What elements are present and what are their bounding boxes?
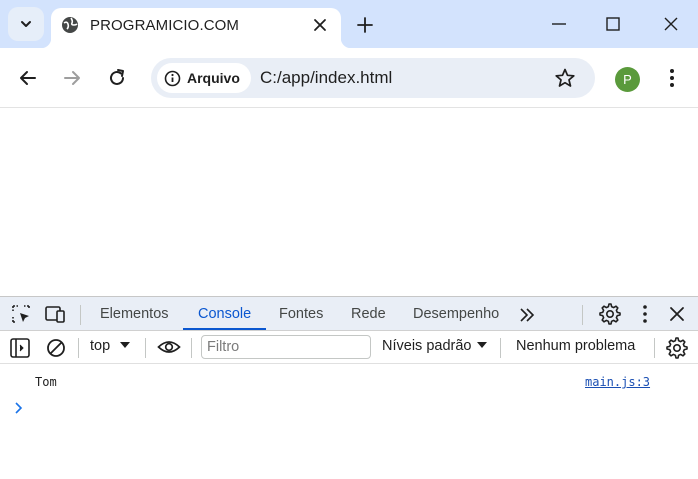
reload-icon[interactable] [106, 67, 128, 89]
separator [500, 338, 501, 358]
tab-title: PROGRAMICIO.COM [90, 17, 240, 34]
console-toolbar: top Níveis padrão Nenhum problema [0, 331, 698, 364]
issues-counter[interactable]: Nenhum problema [516, 338, 635, 354]
back-arrow-icon[interactable] [17, 67, 39, 89]
url-text[interactable]: C:/app/index.html [260, 68, 392, 88]
devtools-panel: Elementos Console Fontes Rede Desempenho… [0, 296, 698, 479]
separator [145, 338, 146, 358]
inspect-icon[interactable] [10, 303, 32, 325]
separator [654, 338, 655, 358]
clear-console-icon[interactable] [45, 337, 67, 359]
sidebar-icon[interactable] [9, 337, 31, 359]
filter-input[interactable] [201, 335, 371, 359]
dropdown-arrow-icon[interactable] [475, 338, 489, 352]
profile-avatar[interactable]: P [615, 67, 640, 92]
device-toolbar-icon[interactable] [44, 303, 66, 325]
globe-icon [62, 17, 78, 33]
chevron-right-icon [15, 402, 23, 414]
active-tab-indicator [183, 328, 266, 330]
separator [191, 338, 192, 358]
close-tab-icon[interactable] [311, 16, 329, 34]
browser-tab[interactable]: PROGRAMICIO.COM [41, 8, 351, 48]
separator [582, 305, 583, 325]
page-viewport [0, 108, 698, 296]
tab-rede[interactable]: Rede [351, 306, 386, 322]
console-message-text: Tom [35, 375, 57, 389]
console-source-link[interactable]: main.js:3 [585, 375, 650, 389]
tab-elementos[interactable]: Elementos [100, 306, 169, 322]
console-message-row: Tom main.js:3 [0, 364, 698, 394]
tab-console[interactable]: Console [198, 306, 251, 322]
gear-icon[interactable] [599, 303, 621, 325]
separator [80, 305, 81, 325]
console-settings-gear-icon[interactable] [666, 337, 688, 359]
star-icon[interactable] [554, 67, 576, 89]
dropdown-arrow-icon[interactable] [118, 338, 132, 352]
eye-icon[interactable] [157, 336, 181, 358]
browser-toolbar: Arquivo C:/app/index.html P [0, 48, 698, 108]
log-levels-dropdown[interactable]: Níveis padrão [382, 338, 471, 354]
more-vert-icon[interactable] [634, 303, 656, 325]
plus-icon[interactable] [354, 14, 376, 36]
chevron-double-right-icon[interactable] [516, 304, 538, 326]
tab-search-button[interactable] [8, 7, 44, 41]
minimize-icon[interactable] [549, 14, 569, 34]
address-bar[interactable]: Arquivo C:/app/index.html [151, 58, 595, 98]
profile-initial: P [623, 72, 632, 87]
maximize-icon[interactable] [603, 14, 623, 34]
close-window-icon[interactable] [661, 14, 681, 34]
forward-arrow-icon[interactable] [61, 67, 83, 89]
close-devtools-icon[interactable] [666, 303, 688, 325]
site-info-label: Arquivo [187, 70, 240, 86]
devtools-tab-bar: Elementos Console Fontes Rede Desempenho [0, 296, 698, 331]
separator [78, 338, 79, 358]
tab-desempenho[interactable]: Desempenho [413, 306, 499, 322]
tab-search-icon [21, 21, 31, 27]
more-vert-icon[interactable] [662, 67, 682, 89]
info-icon [164, 70, 181, 86]
tab-fontes[interactable]: Fontes [279, 306, 323, 322]
site-info-chip[interactable]: Arquivo [157, 63, 251, 93]
context-selector[interactable]: top [90, 338, 110, 354]
tab-strip: PROGRAMICIO.COM [0, 0, 698, 48]
